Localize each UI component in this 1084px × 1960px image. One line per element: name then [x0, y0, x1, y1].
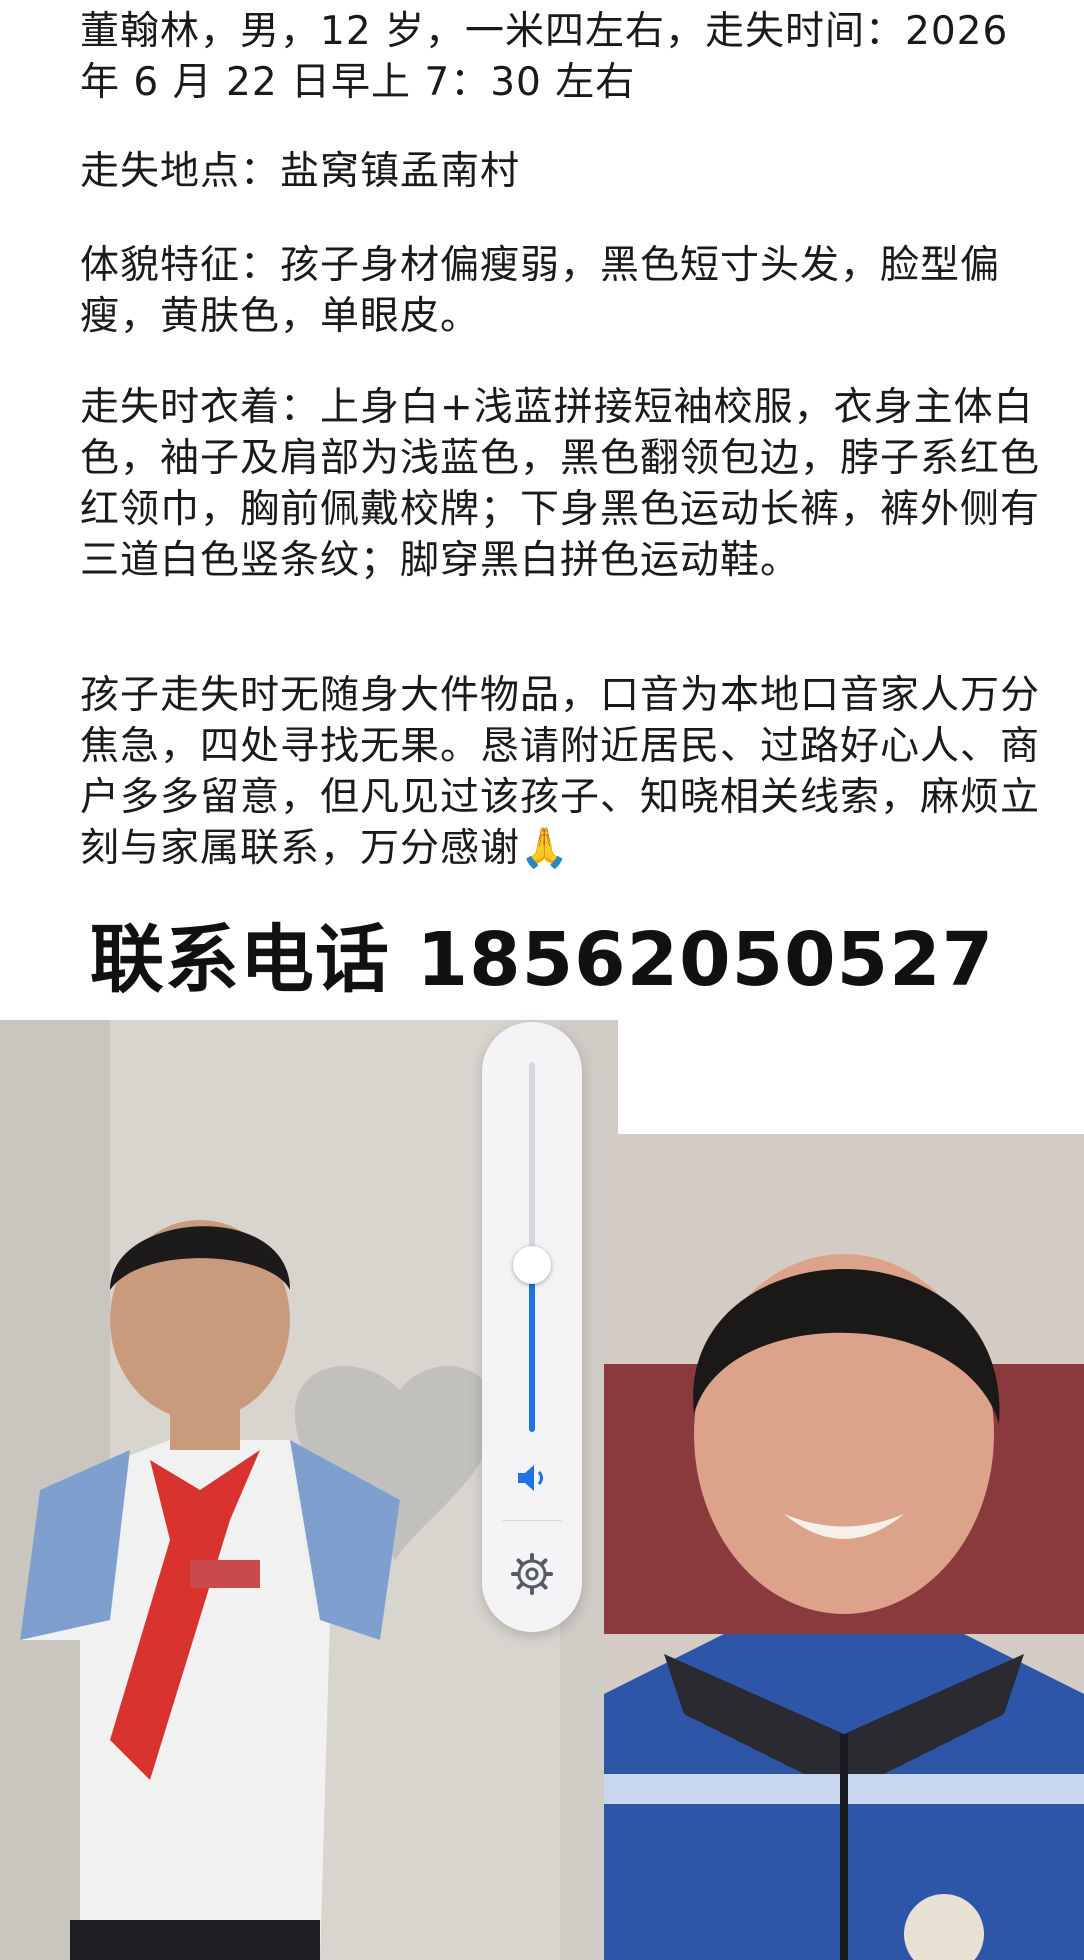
contact-phone: 联系电话 18562050527: [89, 917, 995, 1003]
gear-icon[interactable]: [510, 1552, 554, 1596]
notice-paragraph-basic-info: 董翰林，男，12 岁，一米四左右，走失时间：2026 年 6 月 22 日早上 …: [80, 9, 1009, 105]
volume-overlay[interactable]: [482, 1022, 582, 1632]
volume-fill: [529, 1265, 535, 1432]
notice-paragraph-appearance: 体貌特征：孩子身材偏瘦弱，黑色短寸头发，脸型偏瘦，黄肤色，单眼皮。: [80, 243, 1001, 339]
notice-text-clothing-wrap: 走失时衣着：上身白+浅蓝拼接短袖校服，衣身主体白色，袖子及肩部为浅蓝色，黑色翻领…: [80, 382, 1040, 586]
notice-paragraph-location: 走失地点：盐窝镇孟南村: [80, 149, 521, 194]
praying-hands-icon: 🙏: [520, 826, 570, 871]
notice-text-appearance-wrap: 体貌特征：孩子身材偏瘦弱，黑色短寸头发，脸型偏瘦，黄肤色，单眼皮。: [80, 240, 1040, 342]
notice-text-appeal-wrap: 孩子走失时无随身大件物品，口音为本地口音家人万分焦急，四处寻找无果。恳请附近居民…: [80, 670, 1040, 874]
speaker-icon[interactable]: [516, 1462, 550, 1494]
notice-text: 董翰林，男，12 岁，一米四左右，走失时间：2026 年 6 月 22 日早上 …: [80, 6, 1040, 108]
photo-boy-portrait: [604, 1134, 1084, 1960]
notice-paragraph-appeal: 孩子走失时无随身大件物品，口音为本地口音家人万分焦急，四处寻找无果。恳请附近居民…: [80, 670, 1040, 874]
photo-boy-portrait-image: [604, 1134, 1084, 1960]
notice-text-location-wrap: 走失地点：盐窝镇孟南村: [80, 146, 1040, 197]
volume-divider: [502, 1520, 562, 1521]
volume-slider-knob[interactable]: [513, 1246, 551, 1284]
notice-paragraph-clothing: 走失时衣着：上身白+浅蓝拼接短袖校服，衣身主体白色，袖子及肩部为浅蓝色，黑色翻领…: [80, 385, 1041, 583]
